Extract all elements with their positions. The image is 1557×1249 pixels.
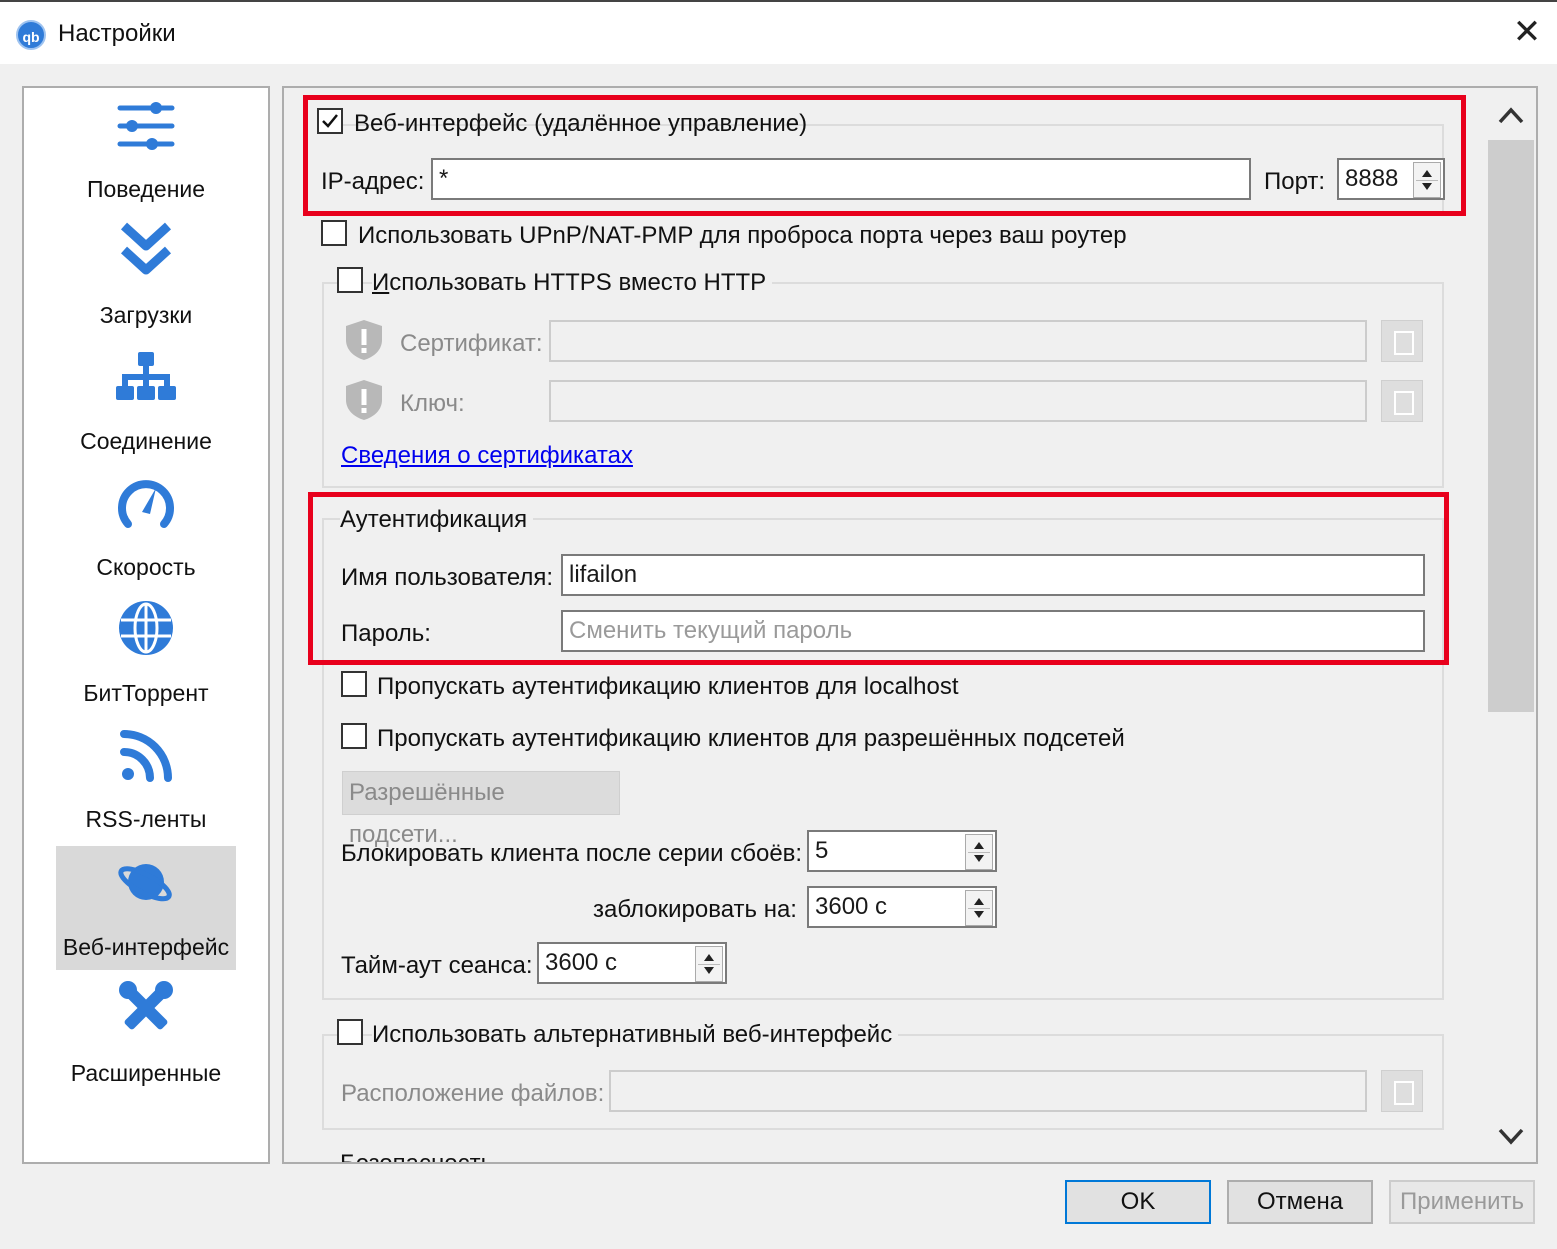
- settings-category-list: Поведение Загрузки Соединение Скорость Б…: [22, 86, 270, 1164]
- sidebar-item-label: Соединение: [80, 428, 212, 454]
- rss-icon: [120, 730, 172, 782]
- sidebar-item-label: Поведение: [86, 176, 206, 202]
- window-title: Настройки: [58, 20, 176, 47]
- allowed-subnets-button[interactable]: Разрешённые подсети...: [342, 771, 620, 848]
- sidebar-item-connection[interactable]: Соединение: [24, 340, 268, 466]
- sidebar-item-label: RSS-ленты: [85, 806, 207, 832]
- network-icon: [116, 352, 176, 400]
- planet-icon: [118, 864, 172, 902]
- shield-warning-icon: [346, 380, 382, 420]
- scroll-down-arrow-icon[interactable]: [1486, 1110, 1536, 1162]
- highlight-webui-box: [303, 95, 1466, 216]
- ban-for-spinbox[interactable]: 3600 с: [807, 886, 997, 928]
- ban-after-label: Блокировать клиента после серии сбоёв:: [341, 840, 803, 867]
- sidebar-item-bittorrent[interactable]: БитТоррент: [24, 592, 268, 718]
- bypass-localhost-checkbox[interactable]: [341, 671, 367, 697]
- files-location-browse-button[interactable]: [1381, 1070, 1423, 1112]
- certificate-info-link[interactable]: Сведения о сертификатах: [341, 442, 633, 470]
- alt-webui-label: Использовать альтернативный веб-интерфей…: [372, 1021, 899, 1049]
- files-location-label: Расположение файлов:: [341, 1080, 605, 1107]
- sliders-icon: [117, 102, 175, 150]
- ban-after-stepper[interactable]: [965, 834, 993, 870]
- speedometer-icon: [118, 480, 174, 528]
- upnp-label: Использовать UPnP/NAT-PMP для проброса п…: [358, 222, 1127, 249]
- sidebar-item-label: БитТоррент: [83, 680, 209, 706]
- security-group-title: Безопасность: [340, 1150, 500, 1162]
- app-icon: qb: [16, 20, 46, 50]
- bypass-localhost-label: Пропускать аутентификацию клиентов для l…: [377, 673, 959, 700]
- scroll-thumb[interactable]: [1488, 140, 1534, 712]
- cancel-button[interactable]: Отмена: [1227, 1180, 1373, 1224]
- double-chevron-down-icon: [120, 222, 172, 275]
- ban-after-spinbox[interactable]: 5: [807, 830, 997, 872]
- sidebar-item-label: Загрузки: [99, 302, 193, 328]
- key-label: Ключ:: [400, 390, 465, 417]
- certificate-browse-button[interactable]: [1381, 320, 1423, 362]
- tools-icon: [119, 981, 173, 1030]
- vertical-scrollbar[interactable]: [1486, 88, 1536, 1162]
- close-icon[interactable]: ✕: [1511, 14, 1543, 50]
- key-browse-button[interactable]: [1381, 380, 1423, 422]
- sidebar-item-webui[interactable]: Веб-интерфейс: [24, 846, 268, 972]
- session-timeout-label: Тайм-аут сеанса:: [341, 952, 533, 979]
- ban-for-label: заблокировать на:: [593, 896, 797, 923]
- session-timeout-stepper[interactable]: [695, 946, 723, 982]
- ok-button[interactable]: OK: [1065, 1180, 1211, 1224]
- key-path-input[interactable]: [549, 380, 1367, 422]
- sidebar-item-rss[interactable]: RSS-ленты: [24, 718, 268, 844]
- sidebar-item-label: Веб-интерфейс: [62, 934, 230, 960]
- alt-webui-checkbox[interactable]: [337, 1019, 363, 1045]
- apply-button[interactable]: Применить: [1389, 1180, 1535, 1224]
- files-location-input[interactable]: [609, 1070, 1367, 1112]
- https-label: Использовать HTTPS вместо HTTP: [372, 269, 773, 297]
- certificate-label: Сертификат:: [400, 330, 543, 357]
- sidebar-item-behavior[interactable]: Поведение: [24, 88, 268, 214]
- title-bar: qb Настройки ✕: [0, 0, 1557, 64]
- sidebar-item-label: Расширенные: [70, 1060, 222, 1086]
- ban-for-stepper[interactable]: [965, 890, 993, 926]
- bypass-subnets-label: Пропускать аутентификацию клиентов для р…: [377, 725, 1125, 752]
- session-timeout-spinbox[interactable]: 3600 с: [537, 942, 727, 984]
- bypass-subnets-checkbox[interactable]: [341, 723, 367, 749]
- globe-icon: [119, 601, 173, 655]
- shield-warning-icon: [346, 320, 382, 360]
- certificate-path-input[interactable]: [549, 320, 1367, 362]
- https-checkbox[interactable]: [337, 267, 363, 293]
- sidebar-item-advanced[interactable]: Расширенные: [24, 972, 268, 1098]
- upnp-checkbox[interactable]: [321, 220, 347, 246]
- sidebar-item-downloads[interactable]: Загрузки: [24, 214, 268, 340]
- sidebar-item-label: Скорость: [96, 554, 196, 580]
- highlight-auth-box: [308, 492, 1449, 665]
- scroll-up-arrow-icon[interactable]: [1486, 88, 1536, 140]
- sidebar-item-speed[interactable]: Скорость: [24, 466, 268, 592]
- security-group-clip: Безопасность: [284, 1146, 1484, 1162]
